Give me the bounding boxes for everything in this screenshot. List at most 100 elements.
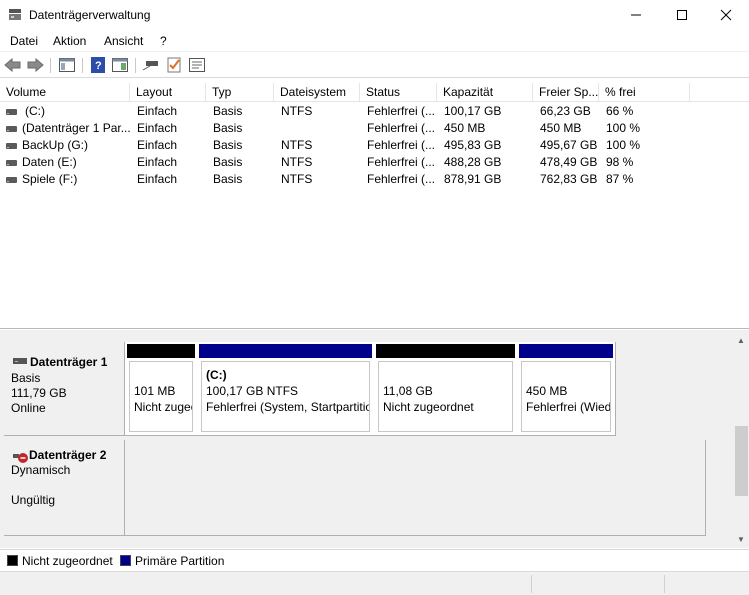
partition-title — [383, 367, 512, 383]
volume-row[interactable]: (C:) Einfach Basis NTFS Fehlerfrei (... … — [0, 103, 749, 120]
partition-body: 450 MB Fehlerfrei (Wiederherstellung) — [521, 361, 611, 432]
disk-management-app-icon — [9, 9, 21, 20]
menu-help[interactable]: ? — [160, 34, 167, 48]
maximize-button[interactable] — [659, 0, 705, 30]
help-button[interactable]: ? — [88, 56, 108, 74]
scroll-up-icon[interactable]: ▲ — [737, 336, 745, 345]
volume-layout: Einfach — [137, 104, 178, 118]
column-layout[interactable]: Layout — [130, 83, 206, 102]
partition-c[interactable]: (C:) 100,17 GB NTFS Fehlerfrei (System, … — [197, 342, 374, 436]
menu-aktion[interactable]: Aktion — [53, 34, 86, 48]
minimize-button[interactable] — [613, 0, 659, 30]
disk-2-state: Ungültig — [11, 493, 56, 507]
volume-name: (C:) — [25, 104, 45, 118]
disk-1-type: Basis — [11, 371, 41, 385]
disk-1-state: Online — [11, 401, 46, 415]
volume-name: Spiele (F:) — [22, 172, 78, 186]
volume-prozent-frei: 100 % — [606, 138, 641, 152]
volume-typ: Basis — [213, 172, 243, 186]
volume-typ: Basis — [213, 121, 243, 135]
volume-kapazitaet: 495,83 GB — [444, 138, 502, 152]
volume-name: (Datenträger 1 Par... — [22, 121, 130, 135]
connect-disk-icon — [142, 61, 158, 71]
disk-1-partitions: 101 MB Nicht zugeordnet (C:) 100,17 GB N… — [125, 342, 616, 436]
forward-button[interactable] — [25, 56, 45, 74]
disk-1-name: Datenträger 1 — [30, 355, 108, 369]
partition-status: Nicht zugeordnet — [383, 400, 474, 414]
back-arrow-icon — [4, 58, 21, 72]
volume-row[interactable]: Spiele (F:) Einfach Basis NTFS Fehlerfre… — [0, 171, 749, 188]
volume-typ: Basis — [213, 155, 243, 169]
forward-arrow-icon — [27, 58, 44, 72]
volume-layout: Einfach — [137, 155, 178, 169]
help-icon: ? — [91, 57, 105, 73]
volume-row[interactable]: BackUp (G:) Einfach Basis NTFS Fehlerfre… — [0, 137, 749, 154]
status-separator — [531, 575, 532, 593]
volume-list: Volume Layout Typ Dateisystem Status Kap… — [0, 83, 749, 329]
status-bar — [0, 571, 749, 595]
volume-dateisystem: NTFS — [281, 104, 313, 118]
show-pane-icon — [112, 58, 128, 72]
disk-1-label[interactable]: Datenträger 1 Basis 111,79 GB Online — [4, 342, 125, 436]
volume-status: Fehlerfrei (... — [367, 104, 436, 118]
properties-button[interactable] — [187, 56, 207, 74]
scrollbar-thumb[interactable] — [735, 426, 748, 496]
column-freier-speicher[interactable]: Freier Sp... — [533, 83, 599, 102]
legend: Nicht zugeordnet Primäre Partition — [0, 549, 749, 570]
disk-icon — [13, 358, 27, 364]
console-tree-button[interactable] — [57, 56, 77, 74]
connect-disk-button[interactable] — [141, 56, 161, 74]
column-status[interactable]: Status — [360, 83, 437, 102]
volume-name: Daten (E:) — [22, 155, 77, 169]
volume-dateisystem — [275, 120, 360, 137]
checklist-button[interactable] — [164, 56, 184, 74]
volume-freier-speicher: 450 MB — [540, 121, 582, 135]
back-button[interactable] — [3, 56, 23, 74]
partition-body: (C:) 100,17 GB NTFS Fehlerfrei (System, … — [201, 361, 370, 432]
scroll-down-icon[interactable]: ▼ — [737, 535, 745, 544]
disk-graphical-view: Datenträger 1 Basis 111,79 GB Online 101… — [0, 334, 734, 548]
volume-typ: Basis — [213, 138, 243, 152]
show-pane-button[interactable] — [110, 56, 130, 74]
close-button[interactable] — [703, 0, 749, 30]
toolbar-separator — [82, 58, 83, 73]
menu-datei[interactable]: Datei — [10, 34, 38, 48]
toolbar-separator — [135, 58, 136, 73]
legend-swatch-unallocated — [7, 555, 18, 566]
volume-kapazitaet: 488,28 GB — [444, 155, 502, 169]
disk-2-type: Dynamisch — [11, 463, 71, 477]
status-separator — [664, 575, 665, 593]
volume-row[interactable]: (Datenträger 1 Par... Einfach Basis Fehl… — [0, 120, 749, 137]
volume-layout: Einfach — [137, 138, 178, 152]
volume-status: Fehlerfrei (... — [367, 138, 436, 152]
svg-text:?: ? — [95, 60, 102, 72]
partition-status: Fehlerfrei (System, Startpartition) — [206, 400, 370, 414]
partition-title — [134, 367, 192, 383]
partition-title — [526, 367, 610, 383]
volume-prozent-frei: 100 % — [606, 121, 641, 135]
properties-icon — [189, 58, 205, 72]
column-typ[interactable]: Typ — [206, 83, 274, 102]
toolbar: ? — [0, 53, 749, 78]
partition-body: 101 MB Nicht zugeordnet — [129, 361, 193, 432]
close-icon — [720, 9, 732, 21]
partition-recovery[interactable]: 450 MB Fehlerfrei (Wiederherstellung) — [517, 342, 615, 436]
partition-unallocated-1[interactable]: 101 MB Nicht zugeordnet — [125, 342, 197, 436]
window-title: Datenträgerverwaltung — [29, 8, 151, 22]
volume-freier-speicher: 762,83 GB — [540, 172, 598, 186]
column-prozent-frei[interactable]: % frei — [599, 83, 690, 102]
menu-bar: Datei Aktion Ansicht ? — [0, 31, 749, 52]
partition-bar — [376, 344, 515, 358]
volume-prozent-frei: 98 % — [606, 155, 634, 169]
column-kapazitaet[interactable]: Kapazität — [437, 83, 533, 102]
partition-unallocated-2[interactable]: 11,08 GB Nicht zugeordnet — [374, 342, 517, 436]
checklist-icon — [167, 57, 181, 73]
column-dateisystem[interactable]: Dateisystem — [274, 83, 360, 102]
volume-prozent-frei: 87 % — [606, 172, 634, 186]
volume-row[interactable]: Daten (E:) Einfach Basis NTFS Fehlerfrei… — [0, 154, 749, 171]
disk-2-label[interactable]: Datenträger 2 Dynamisch Ungültig — [4, 440, 125, 536]
graph-vertical-scrollbar[interactable]: ▲ ▼ — [734, 334, 749, 548]
column-volume[interactable]: Volume — [0, 83, 130, 102]
volume-dateisystem: NTFS — [281, 155, 313, 169]
menu-ansicht[interactable]: Ansicht — [104, 34, 143, 48]
